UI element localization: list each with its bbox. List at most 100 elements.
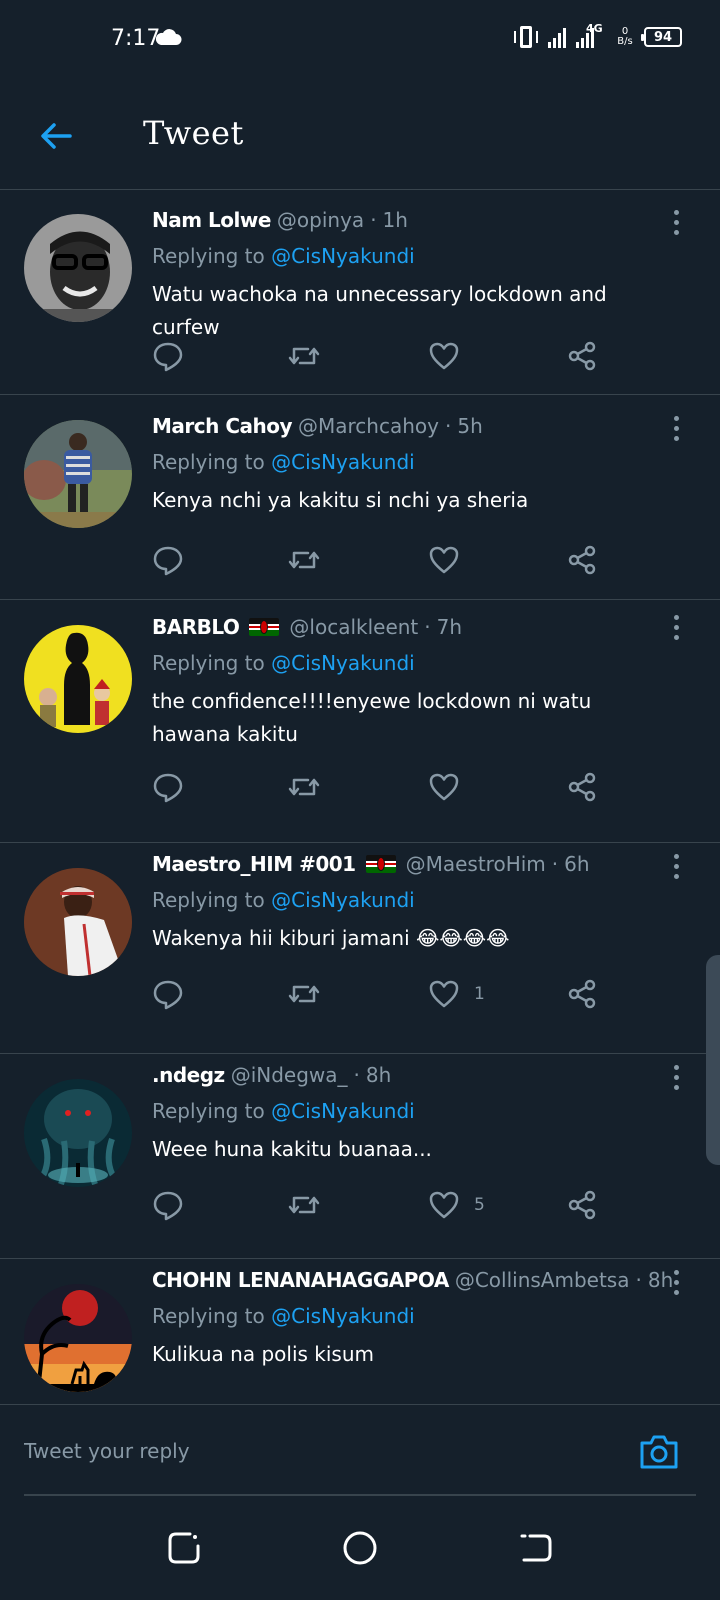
back-nav-icon[interactable] bbox=[516, 1528, 556, 1568]
tweet-header: Maestro_HIM #001 @MaestroHim · 6h bbox=[152, 852, 590, 876]
separator-dot: · bbox=[551, 852, 559, 876]
mention-link[interactable]: @CisNyakundi bbox=[271, 244, 415, 268]
tweet-item[interactable]: Nam Lolwe @opinya · 1h Replying to @CisN… bbox=[0, 190, 720, 395]
more-options-icon[interactable] bbox=[672, 1065, 680, 1091]
like-button[interactable] bbox=[428, 540, 474, 580]
mention-link[interactable]: @CisNyakundi bbox=[271, 450, 415, 474]
author-name[interactable]: Maestro_HIM #001 bbox=[152, 852, 356, 876]
mention-link[interactable]: @CisNyakundi bbox=[271, 651, 415, 675]
cloud-icon bbox=[155, 29, 182, 45]
battery-icon: 94 bbox=[641, 27, 682, 47]
avatar[interactable] bbox=[24, 1079, 132, 1187]
share-button[interactable] bbox=[566, 1185, 598, 1225]
tweet-header: March Cahoy @Marchcahoy · 5h bbox=[152, 414, 483, 438]
author-name[interactable]: BARBLO bbox=[152, 615, 240, 639]
share-button[interactable] bbox=[566, 974, 598, 1014]
tweet-item[interactable]: BARBLO @localkleent · 7h Replying to @Ci… bbox=[0, 601, 720, 843]
tweet-item[interactable]: .ndegz @iNdegwa_ · 8h Replying to @CisNy… bbox=[0, 1055, 720, 1259]
back-arrow-icon[interactable] bbox=[38, 118, 74, 154]
heart-icon bbox=[429, 980, 459, 1008]
tweet-text: Wakenya hii kiburi jamani 😂😂😂😂 bbox=[152, 926, 510, 950]
tweet-text: Kulikua na polis kisum bbox=[152, 1342, 374, 1366]
tweet-header: CHOHN LENANAHAGGAPOA @CollinsAmbetsa · 8… bbox=[152, 1268, 673, 1292]
more-options-icon[interactable] bbox=[672, 210, 680, 236]
separator-dot: · bbox=[444, 414, 452, 438]
reply-input[interactable] bbox=[24, 1431, 604, 1471]
mention-link[interactable]: @CisNyakundi bbox=[271, 1304, 415, 1328]
avatar[interactable] bbox=[24, 214, 132, 322]
share-icon bbox=[568, 979, 596, 1009]
tweet-actions bbox=[152, 540, 612, 580]
like-button[interactable]: 5 bbox=[428, 1185, 485, 1225]
share-icon bbox=[568, 341, 596, 371]
share-button[interactable] bbox=[566, 767, 598, 807]
retweet-button[interactable] bbox=[288, 974, 320, 1014]
tweet-text: Kenya nchi ya kakitu si nchi ya sheria bbox=[152, 488, 529, 512]
avatar[interactable] bbox=[24, 868, 132, 976]
home-icon[interactable] bbox=[340, 1528, 380, 1568]
avatar[interactable] bbox=[24, 420, 132, 528]
author-name[interactable]: March Cahoy bbox=[152, 414, 293, 438]
more-options-icon[interactable] bbox=[672, 416, 680, 442]
avatar[interactable] bbox=[24, 1284, 132, 1392]
retweet-button[interactable] bbox=[288, 767, 320, 807]
share-button[interactable] bbox=[566, 336, 598, 376]
tweet-time: 8h bbox=[647, 1268, 674, 1292]
recent-apps-icon[interactable] bbox=[164, 1528, 204, 1568]
author-handle: @localkleent bbox=[289, 615, 419, 639]
tweet-header: BARBLO @localkleent · 7h bbox=[152, 615, 462, 639]
retweet-button[interactable] bbox=[288, 1185, 320, 1225]
reply-button[interactable] bbox=[152, 540, 184, 580]
retweet-icon bbox=[288, 347, 320, 365]
app-header: Tweet bbox=[0, 82, 720, 190]
mention-link[interactable]: @CisNyakundi bbox=[271, 1099, 415, 1123]
reply-icon bbox=[153, 342, 183, 372]
retweet-button[interactable] bbox=[288, 336, 320, 376]
reply-icon bbox=[153, 1191, 183, 1221]
tweet-item[interactable]: March Cahoy @Marchcahoy · 5h Replying to… bbox=[0, 396, 720, 600]
more-options-icon[interactable] bbox=[672, 854, 680, 880]
signal-icon bbox=[548, 26, 566, 48]
like-button[interactable] bbox=[428, 767, 474, 807]
like-button[interactable] bbox=[428, 336, 474, 376]
avatar[interactable] bbox=[24, 625, 132, 733]
share-button[interactable] bbox=[566, 540, 598, 580]
retweet-icon bbox=[288, 1196, 320, 1214]
scrollbar[interactable] bbox=[706, 955, 720, 1165]
reply-button[interactable] bbox=[152, 1185, 184, 1225]
tweet-actions bbox=[152, 336, 612, 376]
system-nav-bar bbox=[0, 1496, 720, 1600]
more-options-icon[interactable] bbox=[672, 615, 680, 641]
tweet-time: 5h bbox=[457, 414, 483, 438]
separator-dot: · bbox=[370, 208, 377, 232]
reply-button[interactable] bbox=[152, 767, 184, 807]
author-name[interactable]: CHOHN LENANAHAGGAPOA bbox=[152, 1268, 449, 1292]
heart-icon bbox=[429, 546, 459, 574]
tweet-time: 6h bbox=[564, 852, 590, 876]
author-handle: @Marchcahoy bbox=[298, 414, 439, 438]
author-handle: @opinya bbox=[276, 208, 365, 232]
more-options-icon[interactable] bbox=[672, 1270, 680, 1296]
retweet-button[interactable] bbox=[288, 540, 320, 580]
like-count: 1 bbox=[474, 984, 485, 1004]
status-bar: 7:17 4G 0 B/s 94 bbox=[0, 0, 720, 82]
heart-icon bbox=[429, 342, 459, 370]
status-time: 7:17 bbox=[111, 26, 161, 51]
separator-dot: · bbox=[635, 1268, 642, 1292]
reply-button[interactable] bbox=[152, 336, 184, 376]
replying-to: Replying to @CisNyakundi bbox=[152, 888, 415, 912]
tweet-item[interactable]: Maestro_HIM #001 @MaestroHim · 6h Replyi… bbox=[0, 844, 720, 1054]
network-speed: 0 B/s bbox=[617, 26, 633, 47]
camera-icon[interactable] bbox=[638, 1433, 680, 1471]
tweet-time: 1h bbox=[382, 208, 408, 232]
author-name[interactable]: .ndegz bbox=[152, 1063, 225, 1087]
author-name[interactable]: Nam Lolwe bbox=[152, 208, 271, 232]
like-button[interactable]: 1 bbox=[428, 974, 485, 1014]
heart-icon bbox=[429, 1191, 459, 1219]
tweet-item[interactable]: CHOHN LENANAHAGGAPOA @CollinsAmbetsa · 8… bbox=[0, 1260, 720, 1404]
author-handle: @iNdegwa_ bbox=[230, 1063, 348, 1087]
vibrate-icon bbox=[514, 26, 538, 48]
reply-button[interactable] bbox=[152, 974, 184, 1014]
tweet-header: Nam Lolwe @opinya · 1h bbox=[152, 208, 408, 232]
mention-link[interactable]: @CisNyakundi bbox=[271, 888, 415, 912]
